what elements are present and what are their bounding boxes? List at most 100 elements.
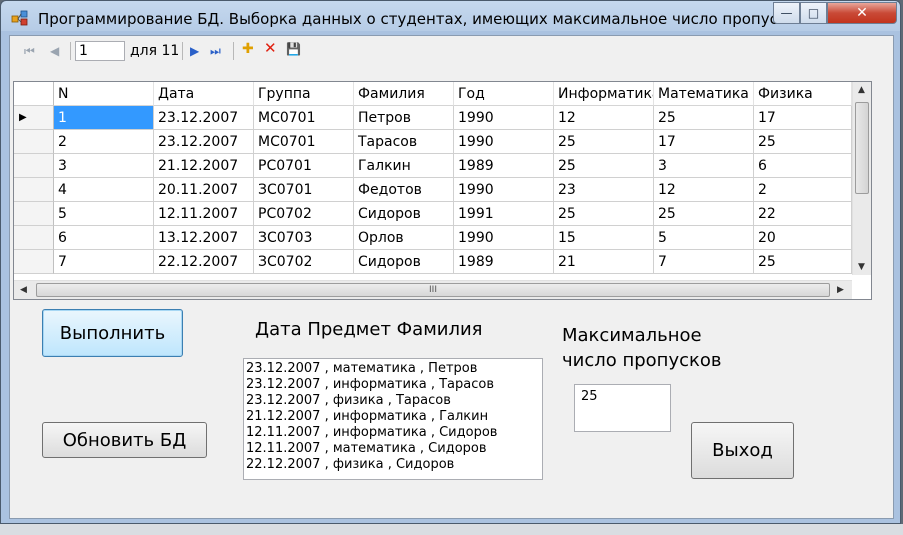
minimize-button[interactable]: —	[773, 2, 800, 24]
grid-cell[interactable]: 23.12.2007	[154, 106, 254, 130]
column-header-physics[interactable]: Физика	[754, 82, 852, 106]
grid-cell[interactable]: 25	[554, 154, 654, 178]
grid-cell[interactable]: 1991	[454, 202, 554, 226]
grid-cell[interactable]: 2	[754, 178, 852, 202]
grid-cell[interactable]: 1989	[454, 250, 554, 274]
grid-cell[interactable]: 7	[54, 250, 154, 274]
grid-cell[interactable]: 3	[654, 154, 754, 178]
grid-cell[interactable]: 1990	[454, 106, 554, 130]
row-header[interactable]	[14, 202, 54, 226]
list-item[interactable]: 12.11.2007 , математика , Сидоров	[246, 441, 540, 457]
grid-cell[interactable]: Сидоров	[354, 202, 454, 226]
refresh-db-button[interactable]: Обновить БД	[42, 422, 207, 458]
add-new-icon[interactable]: ✚	[242, 42, 254, 56]
grid-cell[interactable]: 6	[754, 154, 852, 178]
results-listbox[interactable]: 23.12.2007 , математика , Петров 23.12.2…	[243, 358, 543, 480]
save-icon[interactable]: 💾	[286, 42, 301, 56]
table-row[interactable]: 5 12.11.2007 РС0702 Сидоров 1991 25 25 2…	[14, 202, 852, 226]
grid-cell[interactable]: 20	[754, 226, 852, 250]
move-last-icon[interactable]: ⏭	[210, 44, 221, 58]
maximize-button[interactable]: □	[800, 2, 827, 24]
row-header[interactable]	[14, 226, 54, 250]
grid-cell[interactable]: 4	[54, 178, 154, 202]
table-row[interactable]: ▶ 1 23.12.2007 МС0701 Петров 1990 12 25 …	[14, 106, 852, 130]
max-absences-textbox[interactable]: 25	[574, 384, 671, 432]
position-input[interactable]: 1	[75, 41, 125, 61]
row-header[interactable]	[14, 130, 54, 154]
grid-cell[interactable]: 12.11.2007	[154, 202, 254, 226]
table-row[interactable]: 3 21.12.2007 РС0701 Галкин 1989 25 3 6	[14, 154, 852, 178]
table-row[interactable]: 7 22.12.2007 ЗС0702 Сидоров 1989 21 7 25	[14, 250, 852, 274]
grid-cell[interactable]: Тарасов	[354, 130, 454, 154]
grid-cell[interactable]: 3	[54, 154, 154, 178]
list-item[interactable]: 12.11.2007 , информатика , Сидоров	[246, 425, 540, 441]
grid-cell[interactable]: 20.11.2007	[154, 178, 254, 202]
table-row[interactable]: 6 13.12.2007 ЗС0703 Орлов 1990 15 5 20	[14, 226, 852, 250]
grid-cell[interactable]: 17	[754, 106, 852, 130]
grid-cell[interactable]: 1990	[454, 226, 554, 250]
column-header-date[interactable]: Дата	[154, 82, 254, 106]
grid-cell[interactable]: 6	[54, 226, 154, 250]
title-bar[interactable]: Программирование БД. Выборка данных о ст…	[1, 1, 900, 35]
grid-cell[interactable]: 25	[754, 250, 852, 274]
vertical-scrollbar[interactable]: ▲ ▼	[852, 82, 871, 275]
exit-button[interactable]: Выход	[691, 422, 794, 479]
column-header-n[interactable]: N	[54, 82, 154, 106]
grid-cell[interactable]: 15	[554, 226, 654, 250]
scroll-down-icon[interactable]: ▼	[858, 262, 865, 272]
grid-cell[interactable]: 23.12.2007	[154, 130, 254, 154]
grid-cell[interactable]: ЗС0701	[254, 178, 354, 202]
grid-cell[interactable]: ЗС0703	[254, 226, 354, 250]
grid-cell[interactable]: 1990	[454, 130, 554, 154]
grid-cell[interactable]: 22.12.2007	[154, 250, 254, 274]
grid-cell[interactable]: 1990	[454, 178, 554, 202]
grid-cell[interactable]: 25	[654, 106, 754, 130]
row-header[interactable]	[14, 250, 54, 274]
move-previous-icon[interactable]: ◀	[50, 44, 59, 58]
row-header[interactable]	[14, 154, 54, 178]
delete-icon[interactable]: ✕	[264, 41, 277, 56]
grid-cell[interactable]: ЗС0702	[254, 250, 354, 274]
grid-cell[interactable]: Орлов	[354, 226, 454, 250]
column-header-year[interactable]: Год	[454, 82, 554, 106]
grid-cell[interactable]: 1989	[454, 154, 554, 178]
close-button[interactable]: ✕	[827, 2, 897, 24]
grid-cell[interactable]: 5	[54, 202, 154, 226]
scroll-up-icon[interactable]: ▲	[858, 85, 865, 95]
grid-cell[interactable]: 12	[654, 178, 754, 202]
grid-cell[interactable]: МС0701	[254, 106, 354, 130]
grid-cell[interactable]: 23	[554, 178, 654, 202]
data-grid[interactable]: N Дата Группа Фамилия Год Информатика Ма…	[13, 81, 872, 300]
grid-cell[interactable]: 25	[654, 202, 754, 226]
grid-cell[interactable]: 21	[554, 250, 654, 274]
grid-cell[interactable]: 21.12.2007	[154, 154, 254, 178]
column-header-surname[interactable]: Фамилия	[354, 82, 454, 106]
grid-cell[interactable]: Галкин	[354, 154, 454, 178]
grid-cell[interactable]: 25	[554, 202, 654, 226]
grid-cell[interactable]: 25	[754, 130, 852, 154]
grid-cell[interactable]: МС0701	[254, 130, 354, 154]
vertical-scroll-thumb[interactable]	[855, 102, 869, 194]
grid-cell[interactable]: Федотов	[354, 178, 454, 202]
grid-cell[interactable]: 22	[754, 202, 852, 226]
list-item[interactable]: 23.12.2007 , физика , Тарасов	[246, 393, 540, 409]
grid-cell[interactable]: 17	[654, 130, 754, 154]
grid-cell[interactable]: 12	[554, 106, 654, 130]
list-item[interactable]: 21.12.2007 , информатика , Галкин	[246, 409, 540, 425]
move-first-icon[interactable]: ⏮	[24, 44, 35, 58]
column-header-group[interactable]: Группа	[254, 82, 354, 106]
horizontal-scrollbar[interactable]: ◀ III ▶	[14, 280, 852, 299]
grid-cell[interactable]: РС0701	[254, 154, 354, 178]
scroll-left-icon[interactable]: ◀	[20, 285, 27, 295]
grid-cell[interactable]: 2	[54, 130, 154, 154]
grid-cell[interactable]: 7	[654, 250, 754, 274]
horizontal-scroll-thumb[interactable]: III	[36, 283, 830, 297]
grid-cell[interactable]: 5	[654, 226, 754, 250]
row-header[interactable]: ▶	[14, 106, 54, 130]
grid-cell[interactable]: 13.12.2007	[154, 226, 254, 250]
list-item[interactable]: 23.12.2007 , математика , Петров	[246, 361, 540, 377]
grid-cell[interactable]: Петров	[354, 106, 454, 130]
grid-cell[interactable]: 1	[54, 106, 154, 130]
column-header-math[interactable]: Математика	[654, 82, 754, 106]
row-header[interactable]	[14, 178, 54, 202]
